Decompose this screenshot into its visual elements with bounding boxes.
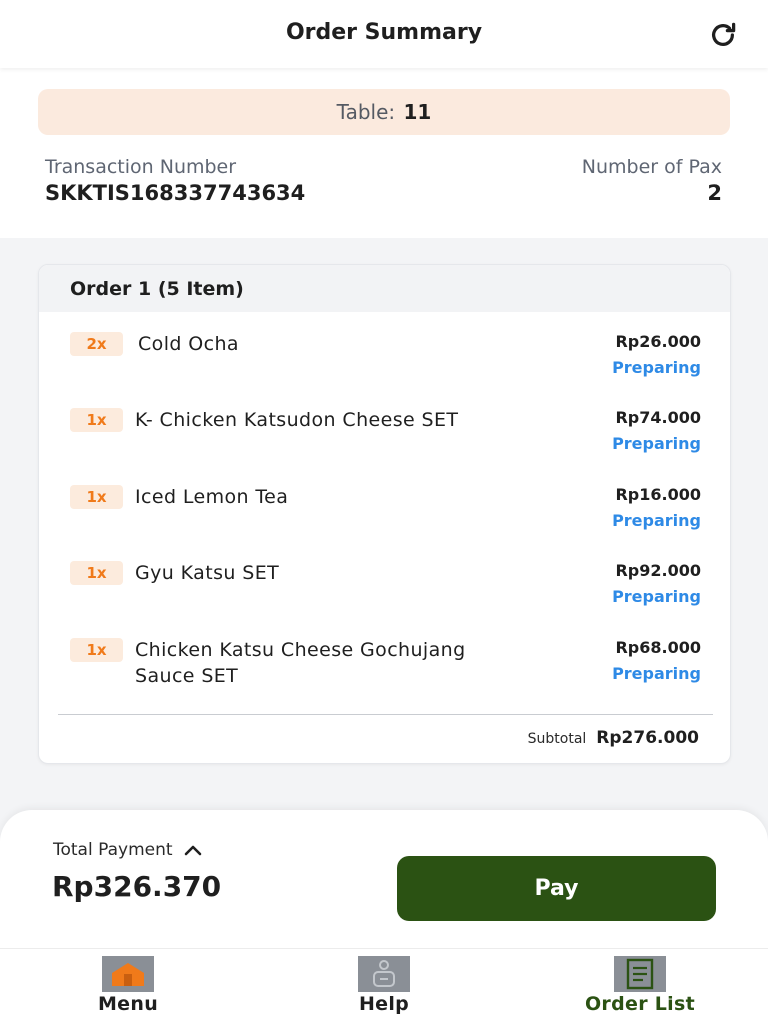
table-banner: Table: 11 — [38, 89, 730, 135]
quantity-badge: 1x — [70, 485, 123, 509]
refresh-button[interactable] — [706, 18, 740, 52]
subtotal-label: Subtotal — [527, 731, 587, 747]
nav-item-help[interactable]: Help — [256, 949, 512, 1024]
subtotal-value: Rp276.000 — [596, 728, 699, 748]
table-label: Table: — [336, 100, 396, 124]
nav-label-help: Help — [358, 993, 410, 1015]
order-item: 1x Iced Lemon Tea Rp16.000 Preparing — [39, 465, 730, 535]
item-price: Rp16.000 — [615, 485, 701, 504]
order-list-icon — [614, 956, 666, 992]
quantity-badge: 1x — [70, 638, 123, 662]
item-status: Preparing — [612, 358, 701, 377]
order-item: 1x Chicken Katsu Cheese Gochujang Sauce … — [39, 618, 730, 688]
item-price: Rp26.000 — [615, 332, 701, 351]
table-number: 11 — [403, 100, 432, 124]
page-title: Order Summary — [285, 20, 483, 45]
pax-value: 2 — [707, 181, 722, 205]
help-waiter-icon — [358, 956, 410, 992]
nav-item-order-list[interactable]: Order List — [512, 949, 768, 1024]
subtotal-row: Subtotal Rp276.000 — [528, 728, 699, 748]
menu-house-icon — [102, 956, 154, 992]
total-payment-toggle[interactable]: Total Payment — [53, 840, 203, 860]
item-name: K- Chicken Katsudon Cheese SET — [135, 409, 459, 431]
pay-button[interactable]: Pay — [397, 856, 716, 921]
payment-panel: Total Payment Rp326.370 Pay — [0, 810, 768, 950]
quantity-badge: 1x — [70, 408, 123, 432]
total-payment-label: Total Payment — [53, 840, 173, 860]
order-header: Order 1 (5 Item) — [39, 265, 730, 312]
item-name: Chicken Katsu Cheese Gochujang Sauce SET — [135, 639, 466, 687]
item-name: Gyu Katsu SET — [135, 562, 280, 584]
order-card: Order 1 (5 Item) 2x Cold Ocha Rp26.000 P… — [38, 264, 731, 764]
item-price: Rp68.000 — [615, 638, 701, 657]
subtotal-divider — [58, 714, 713, 715]
transaction-number-label: Transaction Number — [45, 156, 237, 178]
order-info: Table: 11 Transaction Number SKKTIS16833… — [0, 68, 768, 238]
item-price: Rp74.000 — [615, 408, 701, 427]
item-status: Preparing — [612, 664, 701, 683]
refresh-icon — [712, 22, 736, 46]
item-status: Preparing — [612, 587, 701, 606]
nav-item-menu[interactable]: Menu — [0, 949, 256, 1024]
order-item: 1x K- Chicken Katsudon Cheese SET Rp74.0… — [39, 388, 730, 458]
pax-label: Number of Pax — [581, 156, 722, 178]
quantity-badge: 1x — [70, 561, 123, 585]
nav-label-order-list: Order List — [584, 993, 695, 1015]
chevron-up-icon — [184, 845, 201, 856]
order-item: 1x Gyu Katsu SET Rp92.000 Preparing — [39, 541, 730, 611]
order-item: 2x Cold Ocha Rp26.000 Preparing — [39, 312, 730, 382]
nav-label-menu: Menu — [97, 993, 159, 1015]
bottom-nav: Menu Help Order List — [0, 948, 768, 1024]
item-status: Preparing — [612, 434, 701, 453]
item-price: Rp92.000 — [615, 561, 701, 580]
item-name: Cold Ocha — [138, 333, 239, 355]
transaction-number-value: SKKTIS168337743634 — [45, 181, 306, 205]
item-name: Iced Lemon Tea — [135, 486, 289, 508]
quantity-badge: 2x — [70, 332, 123, 356]
total-payment-value: Rp326.370 — [52, 870, 222, 903]
item-status: Preparing — [612, 511, 701, 530]
header: Order Summary — [0, 0, 768, 68]
app: Order Summary Table: 11 Transaction Numb… — [0, 0, 768, 1024]
